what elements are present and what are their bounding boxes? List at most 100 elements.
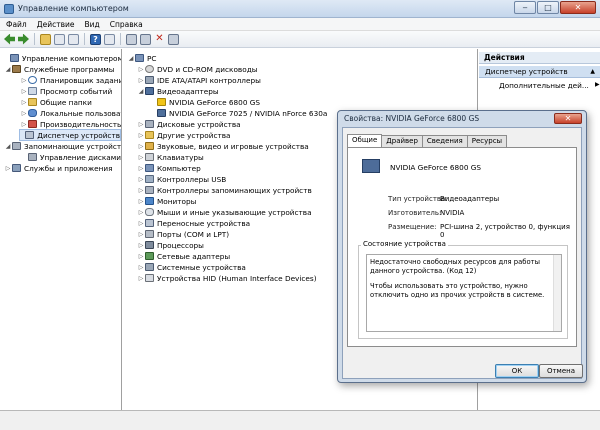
device-tree-item[interactable]: ▷ Другие устройства <box>137 130 231 140</box>
properties-icon[interactable] <box>104 33 115 45</box>
device-status-text[interactable]: Недостаточно свободных ресурсов для рабо… <box>366 254 562 332</box>
forward-arrow-icon[interactable] <box>18 33 29 45</box>
expand-triangle-icon[interactable]: ▷ <box>137 242 145 249</box>
collapse-arrow-icon[interactable]: ▲ <box>590 66 595 78</box>
expand-triangle-icon[interactable]: ▷ <box>137 165 145 172</box>
device-tree-item[interactable]: ▷ Дисковые устройства <box>137 119 241 129</box>
collapse-triangle-icon[interactable]: ◢ <box>127 55 135 62</box>
device-tree-item[interactable]: ▷ IDE ATA/ATAPI контроллеры <box>137 75 261 85</box>
device-tree-label: Дисковые устройства <box>157 119 241 129</box>
device-tree-item[interactable]: ▷ Мониторы <box>137 196 197 206</box>
device-tree-item[interactable]: ▷ Устройства HID (Human Interface Device… <box>137 273 317 283</box>
tree-item-computer-management[interactable]: Управление компьютером (л <box>2 53 122 63</box>
device-tree-item[interactable]: ▷ Клавиатуры <box>137 152 204 162</box>
scan-hardware-icon[interactable] <box>126 33 137 45</box>
tab-general[interactable]: Общие <box>347 134 383 147</box>
expand-triangle-icon[interactable]: ▷ <box>137 143 145 150</box>
show-hide-tree-icon[interactable] <box>54 33 65 45</box>
collapse-triangle-icon[interactable]: ◢ <box>137 88 145 95</box>
expand-triangle-icon[interactable]: ▷ <box>137 121 145 128</box>
tree-item-local-users[interactable]: ▷ Локальные пользовате <box>20 108 121 118</box>
expand-triangle-icon[interactable]: ▷ <box>137 66 145 73</box>
device-tree-item[interactable]: ▷ Мыши и иные указывающие устройства <box>137 207 312 217</box>
expand-triangle-icon[interactable]: ▷ <box>20 110 28 117</box>
device-tree-item[interactable]: ▷ Процессоры <box>137 240 204 250</box>
up-folder-icon[interactable] <box>40 33 51 45</box>
tree-item-system-tools[interactable]: ◢ Служебные программы <box>4 64 115 74</box>
tree-item-services-apps[interactable]: ▷ Службы и приложения <box>4 163 113 173</box>
expand-triangle-icon[interactable]: ▷ <box>137 275 145 282</box>
device-tree-item[interactable]: ▷ Сетевые адаптеры <box>137 251 230 261</box>
tab-driver[interactable]: Драйвер <box>381 135 423 147</box>
tree-item-label: Управление компьютером (л <box>22 53 122 63</box>
device-tree-item[interactable]: NVIDIA GeForce 6800 GS <box>149 97 260 107</box>
cancel-button[interactable]: Отмена <box>539 364 583 378</box>
collapse-triangle-icon[interactable]: ◢ <box>4 66 12 73</box>
device-tree-item[interactable]: ▷ Звуковые, видео и игровые устройства <box>137 141 309 151</box>
tab-resources[interactable]: Ресурсы <box>466 135 508 147</box>
menu-help[interactable]: Справка <box>110 18 143 30</box>
expand-triangle-icon[interactable]: ▷ <box>137 231 145 238</box>
device-tree-label: Компьютер <box>157 163 201 173</box>
help-icon[interactable]: ? <box>90 33 101 45</box>
menu-action[interactable]: Действие <box>37 18 75 30</box>
device-tree-item[interactable]: NVIDIA GeForce 7025 / NVIDIA nForce 630a <box>149 108 327 118</box>
expand-triangle-icon[interactable]: ▷ <box>137 198 145 205</box>
tree-item-event-viewer[interactable]: ▷ Просмотр событий <box>20 86 113 96</box>
console-icon[interactable] <box>68 33 79 45</box>
expand-triangle-icon[interactable]: ▷ <box>20 77 28 84</box>
tree-item-task-scheduler[interactable]: ▷ Планировщик заданий <box>20 75 121 85</box>
expand-triangle-icon[interactable]: ▷ <box>20 88 28 95</box>
expand-triangle-icon[interactable]: ▷ <box>137 209 145 216</box>
tree-item-performance[interactable]: ▷ Производительность <box>20 119 121 129</box>
expand-triangle-icon[interactable]: ▷ <box>137 154 145 161</box>
device-tree-item[interactable]: ◢ Видеоадаптеры <box>137 86 219 96</box>
expand-triangle-icon[interactable]: ▷ <box>20 99 28 106</box>
more-actions-item[interactable]: Дополнительные дей... ▶ <box>499 81 600 90</box>
collapse-triangle-icon[interactable]: ◢ <box>4 143 12 150</box>
device-tree-item[interactable]: ▷ Компьютер <box>137 163 201 173</box>
menu-view[interactable]: Вид <box>84 18 99 30</box>
device-tree-label: Клавиатуры <box>157 152 204 162</box>
dialog-title: Свойства: NVIDIA GeForce 6800 GS <box>344 114 480 123</box>
back-arrow-icon[interactable] <box>4 33 15 45</box>
device-tree-item[interactable]: ▷ Контроллеры запоминающих устройств <box>137 185 312 195</box>
ide-controller-icon <box>145 76 154 84</box>
tree-item-device-manager[interactable]: Диспетчер устройств <box>19 129 121 141</box>
expand-triangle-icon[interactable]: ▷ <box>20 121 28 128</box>
dialog-body: Общие Драйвер Сведения Ресурсы NVIDIA Ge… <box>342 127 583 379</box>
tab-details[interactable]: Сведения <box>421 135 468 147</box>
update-driver-icon[interactable] <box>140 33 151 45</box>
expand-triangle-icon[interactable]: ▷ <box>137 220 145 227</box>
tree-item-shared-folders[interactable]: ▷ Общие папки <box>20 97 92 107</box>
expand-triangle-icon[interactable]: ▷ <box>137 264 145 271</box>
tree-item-disk-management[interactable]: Управление дисками <box>20 152 121 162</box>
expand-triangle-icon[interactable]: ▷ <box>137 77 145 84</box>
minimize-button[interactable]: ‒ <box>514 1 536 14</box>
uninstall-x-icon[interactable]: ✕ <box>154 33 165 45</box>
expand-triangle-icon[interactable]: ▷ <box>137 253 145 260</box>
device-tree-item[interactable]: ◢ PC <box>127 53 157 63</box>
expand-triangle-icon[interactable]: ▷ <box>4 165 12 172</box>
properties-dialog: Свойства: NVIDIA GeForce 6800 GS ✕ Общие… <box>337 110 587 383</box>
status-scrollbar[interactable] <box>553 255 561 331</box>
close-button[interactable]: ✕ <box>560 1 596 14</box>
device-tree-item[interactable]: ▷ Порты (COM и LPT) <box>137 229 229 239</box>
ok-button[interactable]: ОК <box>495 364 539 378</box>
actions-device-manager[interactable]: Диспетчер устройств ▲ <box>479 66 600 78</box>
expand-triangle-icon[interactable]: ▷ <box>137 187 145 194</box>
device-tree-label: Другие устройства <box>157 130 231 140</box>
device-tree-item[interactable]: ▷ DVD и CD-ROM дисководы <box>137 64 258 74</box>
disable-device-icon[interactable] <box>168 33 179 45</box>
device-tree-item[interactable]: ▷ Переносные устройства <box>137 218 250 228</box>
device-tree-label: Процессоры <box>157 240 204 250</box>
maximize-button[interactable]: □ <box>537 1 559 14</box>
tree-item-storage[interactable]: ◢ Запоминающие устройст <box>4 141 121 151</box>
device-tree-item[interactable]: ▷ Системные устройства <box>137 262 246 272</box>
expand-triangle-icon[interactable]: ▷ <box>137 132 145 139</box>
menu-file[interactable]: Файл <box>6 18 27 30</box>
expand-triangle-icon[interactable]: ▷ <box>137 176 145 183</box>
device-tree-item[interactable]: ▷ Контроллеры USB <box>137 174 227 184</box>
dialog-close-button[interactable]: ✕ <box>554 113 582 124</box>
toolbar-separator <box>120 33 121 45</box>
